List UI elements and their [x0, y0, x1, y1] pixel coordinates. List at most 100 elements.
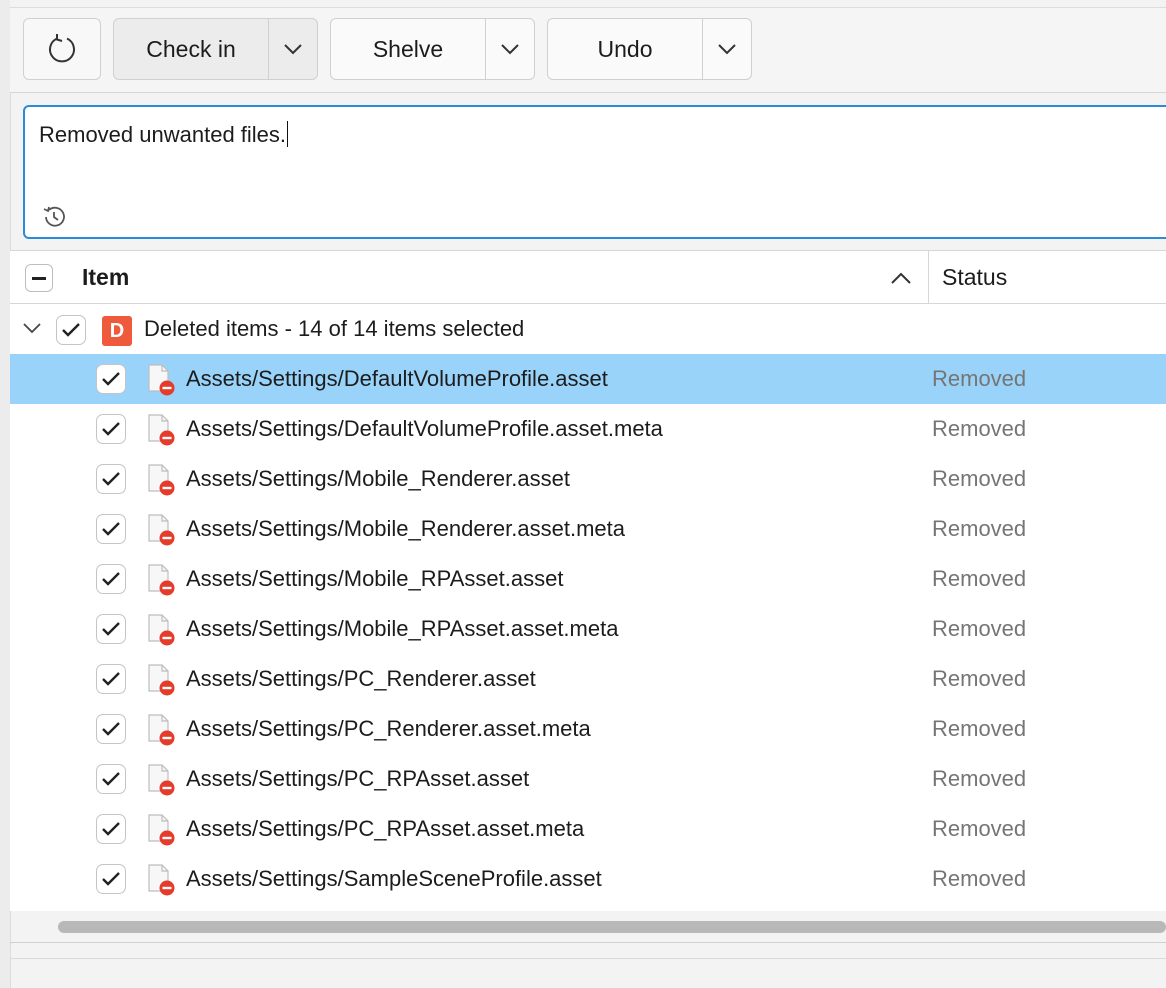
undo-dropdown[interactable] [702, 19, 751, 79]
chevron-down-icon [501, 44, 519, 55]
checkmark-icon [62, 323, 80, 337]
footer-divider [10, 958, 1166, 959]
file-path: Assets/Settings/DefaultVolumeProfile.ass… [186, 366, 608, 391]
chevron-down-icon [718, 44, 736, 55]
group-row-deleted[interactable]: D Deleted items - 14 of 14 items selecte… [10, 304, 1166, 354]
status-text: Removed [932, 816, 1027, 841]
comment-text[interactable]: Removed unwanted files. [39, 121, 289, 148]
row-checkbox[interactable] [96, 564, 126, 594]
table-row[interactable]: Assets/Settings/DefaultVolumeProfile.ass… [10, 404, 1166, 454]
checkmark-icon [102, 672, 120, 686]
column-divider[interactable] [928, 251, 929, 303]
checkmark-icon [102, 372, 120, 386]
file-path: Assets/Settings/PC_Renderer.asset [186, 666, 536, 691]
removed-file-icon [148, 614, 175, 646]
row-checkbox[interactable] [96, 464, 126, 494]
table-row[interactable]: Assets/Settings/Mobile_RPAsset.asset.met… [10, 604, 1166, 654]
chevron-down-icon[interactable] [22, 318, 42, 338]
checkmark-icon [102, 722, 120, 736]
removed-file-icon [148, 764, 175, 796]
group-checkbox[interactable] [56, 315, 86, 345]
removed-file-icon [148, 714, 175, 746]
table-row[interactable]: Assets/Settings/SampleSceneProfile.asset… [10, 854, 1166, 904]
check-in-dropdown[interactable] [268, 19, 317, 79]
checkmark-icon [102, 472, 120, 486]
shelve-button[interactable]: Shelve [330, 18, 535, 80]
shelve-label[interactable]: Shelve [331, 19, 485, 79]
status-text: Removed [932, 616, 1027, 641]
file-path: Assets/Settings/SampleSceneProfile.asset [186, 866, 602, 891]
table-row[interactable]: Assets/Settings/PC_Renderer.asset.meta Re… [10, 704, 1166, 754]
table-header: Item Status [10, 251, 1166, 304]
row-checkbox[interactable] [96, 614, 126, 644]
toolbar: Check in Shelve Undo [10, 8, 1166, 93]
removed-file-icon [148, 814, 175, 846]
select-all-checkbox[interactable] [25, 264, 53, 292]
row-checkbox[interactable] [96, 814, 126, 844]
footer-divider [10, 942, 1166, 943]
status-text: Removed [932, 666, 1027, 691]
checkmark-icon [102, 572, 120, 586]
status-text: Removed [932, 416, 1027, 441]
file-list: Assets/Settings/DefaultVolumeProfile.ass… [10, 354, 1166, 904]
checkin-comment-field[interactable]: Removed unwanted files. [23, 105, 1166, 239]
table-row[interactable]: Assets/Settings/PC_RPAsset.asset Removed [10, 754, 1166, 804]
checkmark-icon [102, 622, 120, 636]
status-text: Removed [932, 366, 1027, 391]
file-path: Assets/Settings/Mobile_RPAsset.asset [186, 566, 564, 591]
removed-file-icon [148, 464, 175, 496]
removed-file-icon [148, 864, 175, 896]
removed-file-icon [148, 564, 175, 596]
row-checkbox[interactable] [96, 764, 126, 794]
shelve-dropdown[interactable] [485, 19, 534, 79]
file-path: Assets/Settings/DefaultVolumeProfile.ass… [186, 416, 663, 441]
history-icon[interactable] [40, 203, 68, 231]
refresh-button[interactable] [23, 18, 101, 80]
row-checkbox[interactable] [96, 664, 126, 694]
status-text: Removed [932, 866, 1027, 891]
chevron-down-icon [284, 44, 302, 55]
table-row[interactable]: Assets/Settings/Mobile_Renderer.asset Rem… [10, 454, 1166, 504]
row-checkbox[interactable] [96, 864, 126, 894]
pending-changes-table: Item Status D Deleted items - 14 of 14 i… [10, 250, 1166, 933]
file-path: Assets/Settings/Mobile_Renderer.asset.me… [186, 516, 626, 541]
group-label: Deleted items - 14 of 14 items selected [144, 316, 525, 341]
file-path: Assets/Settings/Mobile_RPAsset.asset.met… [186, 616, 619, 641]
table-row[interactable]: Assets/Settings/DefaultVolumeProfile.ass… [10, 354, 1166, 404]
column-header-status[interactable]: Status [942, 264, 1007, 291]
checkmark-icon [102, 422, 120, 436]
checkmark-icon [102, 772, 120, 786]
text-cursor [287, 121, 289, 147]
removed-file-icon [148, 414, 175, 446]
checkmark-icon [102, 522, 120, 536]
file-path: Assets/Settings/PC_RPAsset.asset.meta [186, 816, 585, 841]
removed-file-icon [148, 664, 175, 696]
check-in-button[interactable]: Check in [113, 18, 318, 80]
status-text: Removed [932, 466, 1027, 491]
checkmark-icon [102, 822, 120, 836]
table-row[interactable]: Assets/Settings/PC_RPAsset.asset.meta Rem… [10, 804, 1166, 854]
deleted-badge: D [102, 316, 132, 346]
row-checkbox[interactable] [96, 364, 126, 394]
status-text: Removed [932, 566, 1027, 591]
file-path: Assets/Settings/Mobile_Renderer.asset [186, 466, 570, 491]
undo-label[interactable]: Undo [548, 19, 702, 79]
table-row[interactable]: Assets/Settings/Mobile_Renderer.asset.me… [10, 504, 1166, 554]
row-checkbox[interactable] [96, 714, 126, 744]
check-in-label[interactable]: Check in [114, 19, 268, 79]
column-header-item[interactable]: Item [82, 264, 129, 291]
status-text: Removed [932, 716, 1027, 741]
removed-file-icon [148, 514, 175, 546]
checkmark-icon [102, 872, 120, 886]
sort-ascending-icon[interactable] [890, 267, 912, 289]
row-checkbox[interactable] [96, 514, 126, 544]
row-checkbox[interactable] [96, 414, 126, 444]
table-row[interactable]: Assets/Settings/PC_Renderer.asset Removed [10, 654, 1166, 704]
status-text: Removed [932, 766, 1027, 791]
file-path: Assets/Settings/PC_Renderer.asset.meta [186, 716, 591, 741]
refresh-icon [49, 34, 75, 63]
table-row[interactable]: Assets/Settings/Mobile_RPAsset.asset Remo… [10, 554, 1166, 604]
horizontal-scrollbar[interactable] [58, 921, 1166, 933]
removed-file-icon [148, 364, 175, 396]
undo-button[interactable]: Undo [547, 18, 752, 80]
